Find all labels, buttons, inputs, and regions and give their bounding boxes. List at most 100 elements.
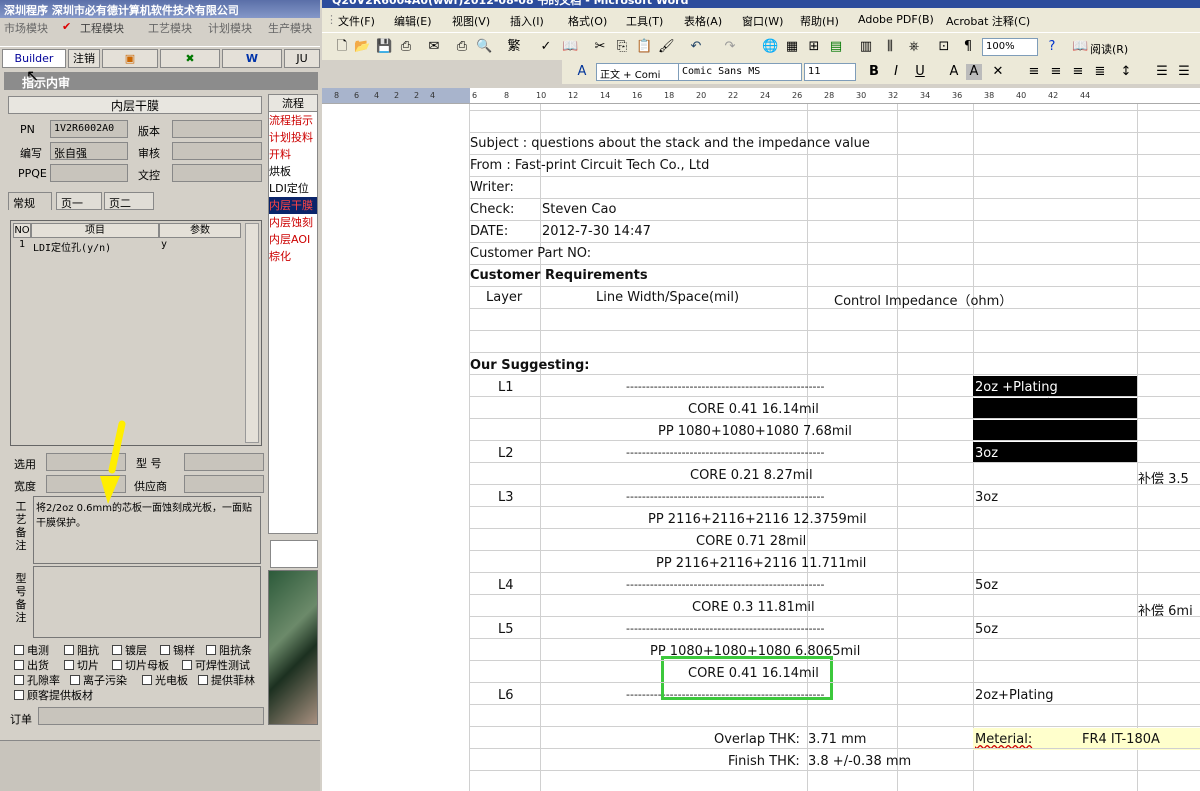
flow-item[interactable]: 烘板 [269,163,317,180]
zoom-select[interactable]: 100% [982,38,1038,56]
menu-adobe-pdf[interactable]: Adobe PDF(B) [858,13,934,26]
menu-file[interactable]: 文件(F) [338,13,375,29]
bullets-icon[interactable]: ☰ [1176,64,1192,80]
menu-format[interactable]: 格式(O) [568,13,607,29]
checkbox-slice-mother[interactable]: 切片母板 [112,657,169,673]
supplier-field[interactable] [184,475,264,493]
insert-excel-icon[interactable]: ▤ [828,39,844,55]
copy-icon[interactable]: ⎘ [614,39,630,55]
grid-scrollbar[interactable] [245,223,259,443]
doc-control-field[interactable] [172,164,262,182]
menu-craft[interactable]: 工艺模块 [148,20,192,36]
flow-item[interactable]: 计划投料 [269,129,317,146]
undo-icon[interactable]: ↶ [688,39,704,55]
menu-tools[interactable]: 工具(T) [626,13,663,29]
paste-icon[interactable]: 📋 [636,39,652,55]
insert-table-icon[interactable]: ⊞ [806,39,822,55]
help-icon[interactable]: ? [1044,39,1060,55]
menu-help[interactable]: 帮助(H) [800,13,839,29]
italic-icon[interactable]: I [888,64,904,80]
flow-item[interactable]: 流程指示 [269,112,317,129]
numbering-icon[interactable]: ☰ [1154,64,1170,80]
flow-item[interactable]: 棕化 [269,248,317,265]
style-select[interactable]: 正文 + Comi [596,63,680,81]
drawing-icon[interactable]: ⫼ [882,39,898,55]
tab-page-one[interactable]: 页一 [56,192,102,210]
print-icon[interactable]: ⎙ [454,39,470,55]
char-shading-icon[interactable]: A [966,64,982,80]
flow-item-selected[interactable]: 内层干膜 [269,197,317,214]
ppqe-field[interactable] [50,164,128,182]
menu-market[interactable]: 市场模块 [4,20,48,36]
tables-borders-icon[interactable]: ▦ [784,39,800,55]
menu-acrobat-comment[interactable]: Acrobat 注释(C) [946,13,1030,29]
menu-production[interactable]: 生产模块 [268,20,312,36]
logout-button[interactable]: 注销 [68,49,100,68]
menu-edit[interactable]: 编辑(E) [394,13,432,29]
menu-table[interactable]: 表格(A) [684,13,722,29]
craft-remark-textarea[interactable]: 将2/2oz 0.6mm的芯板一面蚀刻成光板，一面贴干膜保护。 [33,496,261,564]
checkbox-shipping[interactable]: 出货 [14,657,49,673]
bold-icon[interactable]: B [866,64,882,80]
checkbox-electrical-test[interactable]: 电测 [14,642,49,658]
align-right-icon[interactable]: ≡ [1070,64,1086,80]
columns-icon[interactable]: ▥ [858,39,874,55]
menu-plan[interactable]: 计划模块 [208,20,252,36]
checkbox-ion-contamination[interactable]: 离子污染 [70,672,127,688]
save-icon[interactable]: 💾 [376,39,392,55]
align-left-icon[interactable]: ≡ [1026,64,1042,80]
show-hide-icon[interactable]: ⊡ [936,39,952,55]
review-field[interactable] [172,142,262,160]
checkbox-porosity[interactable]: 孔隙率 [14,672,60,688]
research-icon[interactable]: 繁 [506,39,522,55]
permission-icon[interactable]: ⎙ [398,39,414,55]
line-spacing-icon[interactable]: ↕ [1118,64,1134,80]
format-painter-icon[interactable]: 🖌 [658,39,675,55]
redo-icon[interactable]: ↷ [722,39,738,55]
char-border-icon[interactable]: A [946,64,962,80]
excel-icon[interactable]: ✖ [160,49,220,68]
flow-item[interactable]: 开料 [269,146,317,163]
justify-icon[interactable]: ≣ [1092,64,1108,80]
read-mode-button[interactable]: 阅读(R) [1090,41,1128,57]
checkbox-tin-sample[interactable]: 锡样 [160,642,195,658]
checkbox-customer-material[interactable]: 顾客提供板材 [14,687,93,703]
pn-field[interactable]: 1V2R6002A0 [50,120,128,138]
checkbox-plating[interactable]: 镀层 [112,642,147,658]
checkbox-impedance[interactable]: 阻抗 [64,642,99,658]
research2-icon[interactable]: 📖 [562,39,578,55]
word-icon[interactable]: W [222,49,282,68]
menu-view[interactable]: 视图(V) [452,13,490,29]
checkbox-provide-film[interactable]: 提供菲林 [198,672,255,688]
checkbox-solderability[interactable]: 可焊性测试 [182,657,250,673]
new-doc-icon[interactable]: 🗋 [334,39,350,55]
checkbox-impedance-strip[interactable]: 阻抗条 [206,642,252,658]
font-select[interactable]: Comic Sans MS [678,63,802,81]
menu-engineering[interactable]: 工程模块 [80,20,124,36]
model-field[interactable] [184,453,264,471]
menu-window[interactable]: 窗口(W) [742,13,783,29]
tab-page-two[interactable]: 页二 [104,192,154,210]
read-mode-icon[interactable]: 📖 [1072,39,1088,55]
model-remark-textarea[interactable] [33,566,261,638]
font-size-select[interactable]: 11 [804,63,856,81]
underline-icon[interactable]: U [912,64,928,80]
table-row[interactable]: 1 LDI定位孔(y/n) y [13,239,241,254]
flow-item[interactable]: 内层AOI [269,231,317,248]
ju-button[interactable]: JU [284,49,320,68]
tab-general[interactable]: 常规 [8,192,52,210]
flow-item[interactable]: 内层蚀刻 [269,214,317,231]
paragraph-mark-icon[interactable]: ¶ [960,39,976,55]
styles-icon[interactable]: A [574,64,590,80]
cut-icon[interactable]: ✂ [592,39,608,55]
char-scale-icon[interactable]: ✕ [990,64,1006,80]
flow-item[interactable]: LDI定位 [269,180,317,197]
open-icon[interactable]: 📂 [354,39,370,55]
version-field[interactable] [172,120,262,138]
spelling-icon[interactable]: ✓ [538,39,554,55]
ppt-icon[interactable]: ▣ [102,49,158,68]
order-field[interactable] [38,707,264,725]
hyperlink-icon[interactable]: 🌐 [762,39,778,55]
writer-field[interactable]: 张自强 [50,142,128,160]
horizontal-ruler[interactable]: 8 6 4 2 2 4 6 8 10 12 14 16 18 20 22 24 26 28 30 32 34 36 38 40… [322,88,1200,104]
